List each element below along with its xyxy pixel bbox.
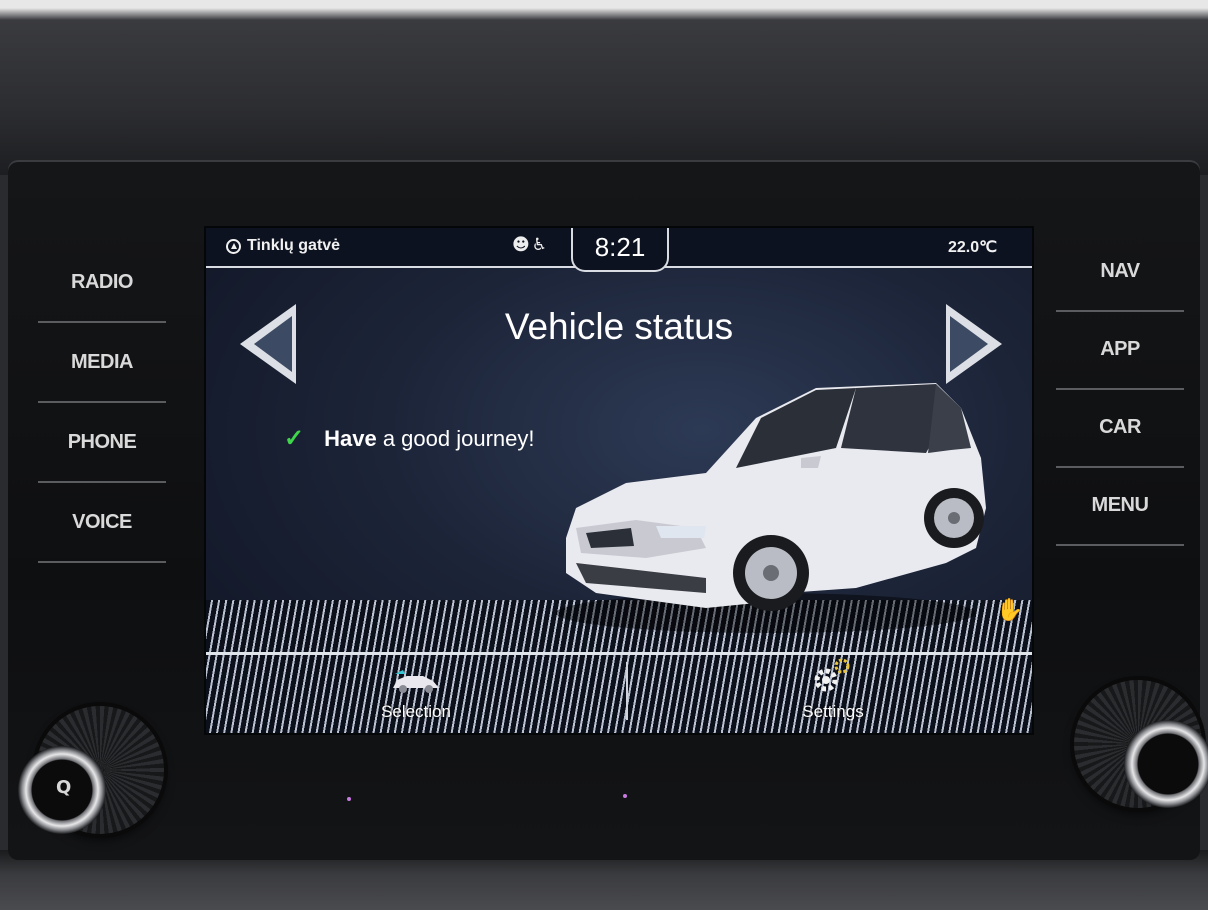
voice-button[interactable]: VOICE <box>38 483 166 563</box>
message-rest: a good journey! <box>376 425 535 451</box>
assist-icon: ♿ <box>531 235 547 255</box>
status-message-text: Have a good journey! <box>324 426 534 452</box>
car-selection-icon <box>393 670 439 693</box>
tune-knob[interactable] <box>1074 680 1208 808</box>
status-message: ✓ Have a good journey! <box>284 424 534 453</box>
power-icon: Q <box>56 777 72 798</box>
settings-button[interactable]: Settings <box>758 658 908 728</box>
status-icons: ☻ ♿ <box>512 235 547 255</box>
bottom-divider <box>626 662 628 720</box>
menu-button[interactable]: MENU <box>1056 466 1184 546</box>
hand-gesture-icon: ✋ <box>996 598 1024 623</box>
location-label: Tinklų gatvė <box>247 237 341 254</box>
clock-tab: 8:21 <box>571 228 669 272</box>
right-arrow-icon[interactable] <box>946 304 1002 384</box>
nav-button[interactable]: NAV <box>1056 232 1184 312</box>
app-button[interactable]: APP <box>1056 310 1184 390</box>
location-icon <box>226 238 241 254</box>
volume-knob[interactable]: Q <box>18 706 164 834</box>
check-icon: ✓ <box>284 425 305 452</box>
floor-line <box>206 652 1032 655</box>
selection-label: Selection <box>381 702 451 721</box>
reflection-dot <box>623 794 627 798</box>
vehicle-image <box>556 378 996 642</box>
radio-button[interactable]: RADIO <box>38 243 166 323</box>
dashboard-top <box>0 0 1208 175</box>
phone-button[interactable]: PHONE <box>38 403 166 483</box>
settings-label: Settings <box>802 702 864 721</box>
location-indicator: Tinklų gatvė <box>226 237 340 255</box>
reflection-dot <box>347 797 351 801</box>
selection-button[interactable]: Selection <box>341 668 491 728</box>
clock: 8:21 <box>594 232 646 262</box>
settings-gear-icon <box>814 658 850 692</box>
media-button[interactable]: MEDIA <box>38 323 166 403</box>
temperature-label: 22.0℃ <box>948 239 998 256</box>
tune-knob-cap[interactable] <box>1124 720 1208 808</box>
message-bold: Have <box>324 425 377 451</box>
vehicle-svg <box>556 383 986 633</box>
page-title: Vehicle status <box>504 306 734 347</box>
car-button[interactable]: CAR <box>1056 388 1184 468</box>
driver-icon: ☻ <box>512 235 530 255</box>
touch-screen: Tinklų gatvė ☻ ♿ 22.0℃ 8:21 Vehicle statu… <box>204 226 1034 735</box>
